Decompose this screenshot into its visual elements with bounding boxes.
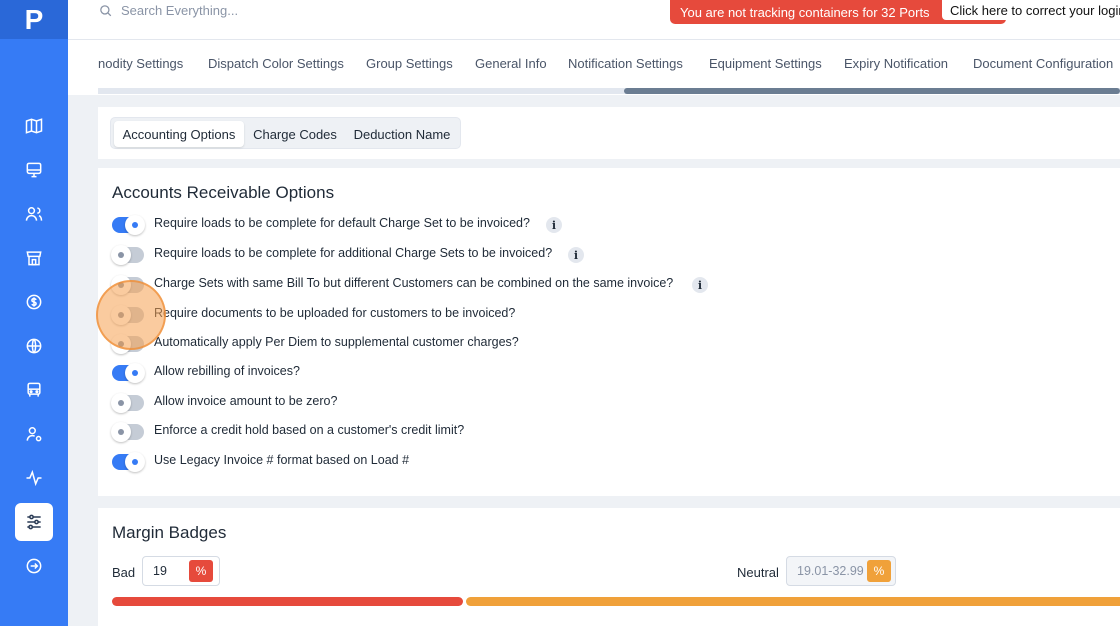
subtab-deduction-name[interactable]: Deduction Name [347, 121, 457, 147]
neutral-range-value: 19.01-32.99 [797, 564, 864, 578]
tab-general-info[interactable]: General Info [475, 56, 547, 71]
app-logo[interactable]: P [0, 0, 68, 39]
user-settings-icon [26, 427, 42, 442]
sliders-icon [27, 514, 41, 530]
monitor-icon [26, 162, 42, 178]
section-title: Accounts Receivable Options [112, 183, 335, 202]
tab-group-settings[interactable]: Group Settings [366, 56, 453, 71]
subtabs-card: Accounting Options Charge Codes Deductio… [98, 107, 1120, 159]
sidebar-item-settings[interactable] [15, 503, 53, 541]
info-icon[interactable]: i [568, 247, 584, 263]
correct-login-button[interactable]: Click here to correct your login [942, 0, 1120, 20]
logout-icon [26, 558, 42, 574]
tabs-scrollbar-thumb[interactable] [624, 88, 1120, 94]
sidebar-item-monitor[interactable] [15, 151, 53, 189]
tab-commodity-settings[interactable]: nodity Settings [98, 56, 183, 71]
option-label: Enforce a credit hold based on a custome… [154, 423, 465, 437]
option-toggle[interactable] [112, 452, 145, 472]
option-toggle[interactable] [111, 275, 144, 295]
tab-document-configuration[interactable]: Document Configuration [973, 56, 1113, 71]
option-toggle[interactable] [111, 422, 144, 442]
percent-badge: % [189, 560, 213, 582]
option-toggle[interactable] [111, 305, 144, 325]
sidebar-item-store[interactable] [15, 239, 53, 277]
option-row: Allow invoice amount to be zero? [111, 392, 1012, 413]
tab-notification-settings[interactable]: Notification Settings [568, 56, 683, 71]
search-input[interactable]: Search Everything... [121, 3, 238, 18]
bad-threshold-value: 19 [153, 564, 167, 578]
subtab-charge-codes[interactable]: Charge Codes [248, 121, 342, 147]
users-icon [25, 207, 43, 221]
option-row: Allow rebilling of invoices? [112, 362, 1012, 383]
option-row: Require loads to be complete for default… [112, 214, 1012, 235]
option-row: Charge Sets with same Bill To but differ… [111, 274, 1012, 295]
option-label: Charge Sets with same Bill To but differ… [154, 276, 674, 290]
neutral-range-bar [466, 597, 1120, 606]
sidebar-item-users[interactable] [15, 195, 53, 233]
option-label: Require documents to be uploaded for cus… [154, 306, 516, 320]
tracking-alert-text: You are not tracking containers for 32 P… [680, 4, 930, 20]
option-label: Require loads to be complete for default… [154, 216, 530, 230]
sidebar-item-fleet[interactable] [15, 371, 53, 409]
search-icon [100, 4, 112, 16]
percent-badge: % [867, 560, 891, 582]
info-icon[interactable]: i [546, 217, 562, 233]
tab-equipment-settings[interactable]: Equipment Settings [709, 56, 822, 71]
info-icon[interactable]: i [692, 277, 708, 293]
tab-dispatch-color-settings[interactable]: Dispatch Color Settings [208, 56, 344, 71]
option-label: Automatically apply Per Diem to suppleme… [154, 335, 519, 349]
section-title: Margin Badges [112, 523, 227, 542]
margin-badges-card: Margin Badges Bad 19 % Neutral 19.01-32.… [98, 508, 1120, 626]
sidebar-item-globe[interactable] [15, 327, 53, 365]
option-label: Allow invoice amount to be zero? [154, 394, 338, 408]
subtab-accounting-options[interactable]: Accounting Options [114, 121, 244, 147]
dollar-icon [26, 294, 42, 310]
tabs-scrollbar[interactable] [98, 88, 1120, 94]
sidebar-item-billing[interactable] [15, 283, 53, 321]
subtabs: Accounting Options Charge Codes Deductio… [110, 117, 461, 149]
neutral-label: Neutral [737, 565, 779, 580]
accounts-receivable-card: Accounts Receivable Options Require load… [98, 168, 1120, 496]
globe-icon [26, 338, 42, 354]
sidebar-item-map[interactable] [15, 107, 53, 145]
option-toggle[interactable] [111, 334, 144, 354]
option-toggle[interactable] [111, 245, 144, 265]
option-label: Allow rebilling of invoices? [154, 364, 300, 378]
option-toggle[interactable] [111, 393, 144, 413]
neutral-range-input: 19.01-32.99 % [786, 556, 896, 586]
settings-tabs: nodity Settings Dispatch Color Settings … [68, 40, 1120, 95]
store-icon [26, 251, 42, 266]
sidebar-item-logout[interactable] [15, 547, 53, 585]
option-toggle[interactable] [112, 363, 145, 383]
activity-icon [26, 469, 42, 487]
truck-icon [27, 382, 41, 397]
option-label: Use Legacy Invoice # format based on Loa… [154, 453, 410, 467]
bad-threshold-input[interactable]: 19 % [142, 556, 220, 586]
tab-expiry-notification[interactable]: Expiry Notification [844, 56, 948, 71]
option-row: Use Legacy Invoice # format based on Loa… [112, 451, 1012, 472]
option-row: Require documents to be uploaded for cus… [111, 304, 1012, 325]
search-bar[interactable]: Search Everything... [98, 0, 238, 20]
sidebar-item-user-settings[interactable] [15, 415, 53, 453]
option-row: Enforce a credit hold based on a custome… [111, 421, 1012, 442]
bad-range-bar [112, 597, 463, 606]
option-toggle[interactable] [112, 215, 145, 235]
top-bar: Search Everything... You are not trackin… [68, 0, 1120, 40]
option-row: Automatically apply Per Diem to suppleme… [111, 333, 1012, 354]
bad-label: Bad [112, 565, 136, 580]
map-icon [25, 118, 43, 134]
option-row: Require loads to be complete for additio… [111, 244, 1012, 265]
sidebar-item-activity[interactable] [15, 459, 53, 497]
option-label: Require loads to be complete for additio… [154, 246, 553, 260]
sidebar: P [0, 0, 68, 626]
